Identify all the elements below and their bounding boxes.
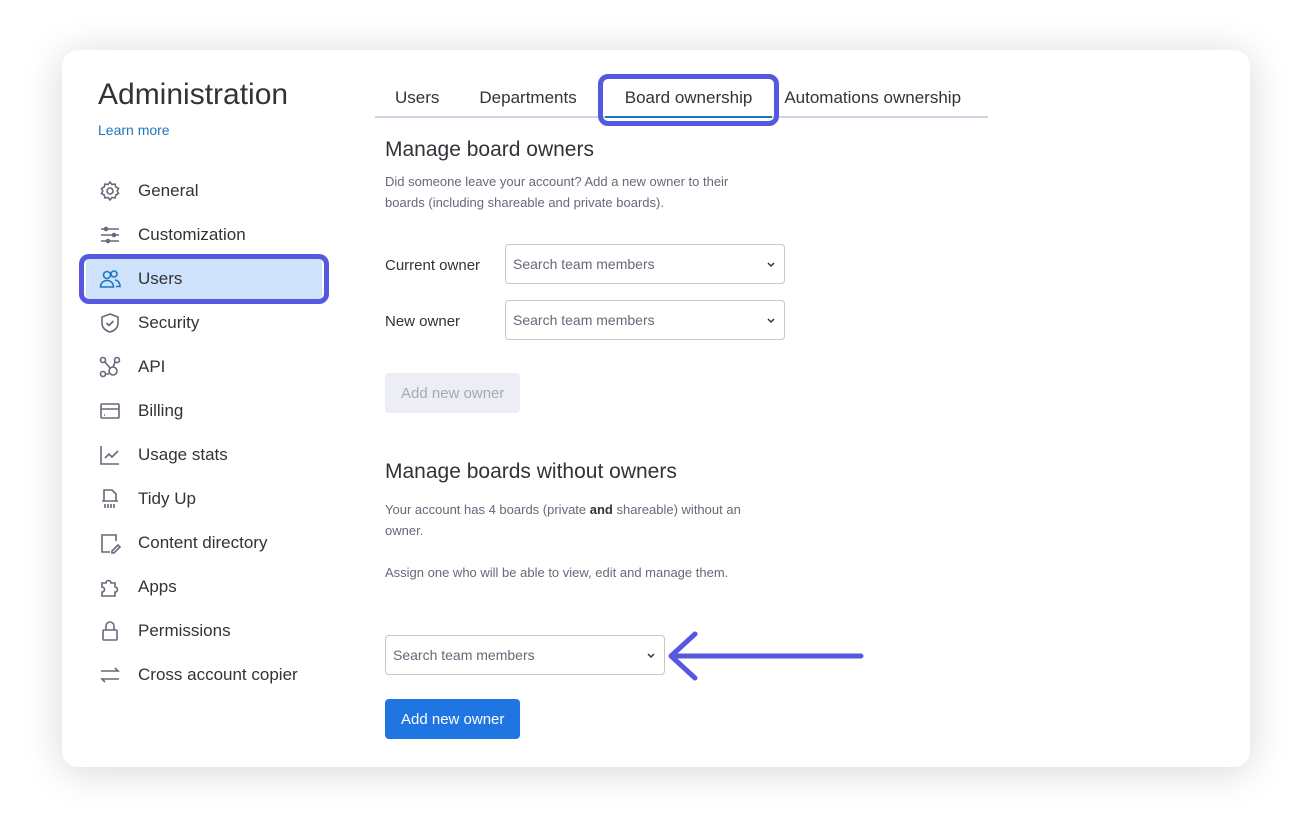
page-title: Administration: [98, 78, 289, 111]
tab-departments[interactable]: Departments: [459, 82, 596, 118]
learn-more-link[interactable]: Learn more: [98, 122, 170, 138]
sidebar-item-label: Usage stats: [138, 445, 228, 464]
new-owner-dropdown[interactable]: Search team members: [505, 300, 785, 340]
edit-document-icon: [101, 534, 122, 554]
sidebar-item-permissions[interactable]: Permissions: [86, 609, 322, 653]
sidebar-item-usage-stats[interactable]: Usage stats: [86, 433, 322, 477]
gear-icon: [100, 180, 120, 202]
tab-bar: Users Departments Board ownership Automa…: [375, 74, 988, 126]
sidebar-item-content-directory[interactable]: Content directory: [86, 521, 322, 565]
sidebar-item-cross-account-copier[interactable]: Cross account copier: [86, 653, 322, 697]
sidebar-item-apps[interactable]: Apps: [86, 565, 322, 609]
shield-icon: [101, 313, 119, 333]
without-owners-description: Your account has 4 boards (private and s…: [385, 502, 741, 538]
sidebar-item-label: Cross account copier: [138, 665, 298, 684]
chart-icon: [100, 446, 119, 465]
sidebar-item-label: Users: [138, 269, 183, 288]
without-owners-title: Manage boards without owners: [385, 460, 677, 483]
assign-owner-dropdown[interactable]: Search team members: [385, 635, 665, 675]
dropdown-placeholder: Search team members: [393, 647, 535, 663]
tab-automations-ownership[interactable]: Automations ownership: [780, 82, 981, 118]
puzzle-icon: [101, 579, 119, 597]
sidebar-item-security[interactable]: Security: [86, 301, 322, 345]
manage-owners-description: Did someone leave your account? Add a ne…: [385, 174, 729, 210]
sidebar-item-label: Apps: [138, 577, 177, 596]
sidebar-item-users[interactable]: Users: [79, 254, 329, 304]
dropdown-placeholder: Search team members: [513, 256, 655, 272]
chevron-down-icon: [647, 653, 655, 659]
sidebar-item-tidy-up[interactable]: Tidy Up: [86, 477, 322, 521]
sidebar-nav: General Customization Users Security API…: [79, 169, 329, 697]
sliders-icon: [101, 226, 119, 244]
chevron-down-icon: [767, 262, 775, 268]
sidebar-item-label: Billing: [138, 401, 184, 420]
shredder-icon: [102, 489, 118, 508]
sidebar-item-api[interactable]: API: [86, 345, 322, 389]
arrow-annotation-icon: [668, 631, 864, 681]
sidebar-item-label: General: [138, 181, 199, 200]
api-icon: [99, 356, 121, 378]
tab-board-ownership[interactable]: Board ownership: [597, 74, 779, 126]
sidebar-item-label: Content directory: [138, 533, 268, 552]
add-new-owner-button[interactable]: Add new owner: [385, 699, 521, 739]
dropdown-placeholder: Search team members: [513, 312, 655, 328]
sidebar-item-label: Customization: [138, 225, 246, 244]
lock-icon: [102, 621, 118, 641]
sidebar-item-label: API: [138, 357, 166, 376]
users-icon: [99, 270, 121, 288]
sidebar-item-label: Permissions: [138, 621, 231, 640]
current-owner-label: Current owner: [385, 257, 481, 274]
sidebar-item-label: Tidy Up: [138, 489, 196, 508]
assign-description: Assign one who will be able to view, edi…: [385, 565, 729, 580]
current-owner-dropdown[interactable]: Search team members: [505, 244, 785, 284]
tab-users[interactable]: Users: [375, 82, 459, 118]
swap-icon: [100, 667, 120, 683]
chevron-down-icon: [767, 318, 775, 324]
sidebar-item-billing[interactable]: Billing: [86, 389, 322, 433]
manage-owners-title: Manage board owners: [385, 138, 594, 161]
sidebar-item-label: Security: [138, 313, 200, 332]
sidebar-item-general[interactable]: General: [86, 169, 322, 213]
add-new-owner-button-disabled[interactable]: Add new owner: [385, 373, 521, 413]
new-owner-label: New owner: [385, 313, 461, 330]
credit-card-icon: [100, 403, 120, 419]
sidebar-item-customization[interactable]: Customization: [86, 213, 322, 257]
